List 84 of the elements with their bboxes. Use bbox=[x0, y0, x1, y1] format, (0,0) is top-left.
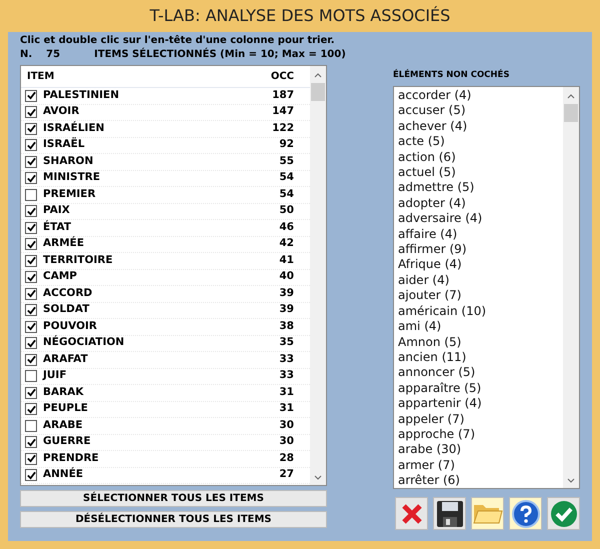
occ-cell-text: 50 bbox=[278, 203, 295, 218]
occ-cell-text: 27 bbox=[278, 467, 295, 482]
occ-cell-text: 46 bbox=[278, 220, 295, 235]
item-cell-text: PREMIER bbox=[43, 186, 97, 202]
list-item[interactable]: adversaire (4) bbox=[398, 211, 563, 227]
item-cell-text: ISRAËL bbox=[43, 137, 86, 152]
occ-cell-text: 54 bbox=[278, 170, 295, 186]
item-cell-text: ISRAÉLIEN bbox=[43, 120, 106, 136]
list-item[interactable]: affaire (4) bbox=[398, 226, 563, 242]
item-cell-text: NÉGOCIATION bbox=[43, 335, 126, 350]
list-item[interactable]: Amnon (5) bbox=[398, 334, 563, 350]
list-item[interactable]: approche (7) bbox=[398, 426, 563, 442]
item-cell-text: ANNÉE bbox=[43, 467, 84, 482]
occ-cell-text: 30 bbox=[278, 418, 295, 433]
list-item[interactable]: affirmer (9) bbox=[398, 242, 563, 258]
item-cell-text: PEUPLE bbox=[43, 401, 89, 416]
list-item[interactable]: adopter (4) bbox=[398, 196, 563, 212]
occ-cell-text: 147 bbox=[271, 104, 295, 120]
item-cell-text: AVOIR bbox=[43, 104, 80, 120]
item-cell-text: JUIF bbox=[43, 368, 68, 384]
occ-cell-text: 38 bbox=[278, 318, 295, 334]
list-item[interactable]: ami (4) bbox=[398, 319, 563, 334]
count-label: N. bbox=[20, 48, 32, 62]
occ-cell-text: 187 bbox=[271, 88, 295, 103]
item-cell-text: PAIX bbox=[43, 203, 71, 218]
occ-cell-text: 31 bbox=[278, 384, 295, 400]
list-item[interactable]: arrêter (6) bbox=[398, 473, 563, 489]
list-item[interactable]: aider (4) bbox=[398, 272, 563, 288]
item-cell-text: ARMÉE bbox=[43, 236, 86, 252]
occ-cell-text: 28 bbox=[278, 450, 295, 466]
window-title: T-LAB: ANALYSE DES MOTS ASSOCIÉS bbox=[148, 5, 452, 27]
list-item[interactable]: américain (10) bbox=[398, 304, 563, 320]
occ-cell-text: 41 bbox=[278, 252, 295, 268]
list-item[interactable]: acte (5) bbox=[398, 134, 563, 150]
list-item[interactable]: achever (4) bbox=[398, 118, 563, 134]
item-cell-text: ACCORD bbox=[43, 286, 94, 301]
select-all-button[interactable]: SÉLECTIONNER TOUS LES ITEMS bbox=[20, 490, 327, 507]
item-cell-text: PALESTINIEN bbox=[43, 88, 120, 103]
list-item[interactable]: accorder (4) bbox=[398, 88, 563, 104]
unchecked-title: ÉLÉMENTS NON COCHÉS bbox=[393, 69, 510, 81]
occ-cell-text: 40 bbox=[278, 269, 295, 284]
count-value: 75 bbox=[46, 48, 62, 62]
item-cell-text: PRENDRE bbox=[43, 450, 100, 466]
hint-text: Clic et double clic sur l'en-tête d'une colonne pour trier. bbox=[20, 34, 336, 48]
list-item[interactable]: Afrique (4) bbox=[398, 257, 563, 273]
item-cell-text: GUERRE bbox=[43, 434, 92, 450]
item-cell-text: ARAFAT bbox=[43, 352, 89, 367]
list-item[interactable]: appeler (7) bbox=[398, 412, 563, 427]
item-cell-text: POUVOIR bbox=[43, 318, 98, 334]
list-item[interactable]: annoncer (5) bbox=[398, 365, 563, 381]
item-cell-text: ARABE bbox=[43, 418, 84, 433]
deselect-all-button[interactable]: DÉSÉLECTIONNER TOUS LES ITEMS bbox=[20, 511, 327, 528]
list-item[interactable]: admettre (5) bbox=[398, 180, 563, 196]
selection-caption: ITEMS SÉLECTIONNÉS (Min = 10; Max = 100) bbox=[94, 48, 346, 62]
list-item[interactable]: actuel (5) bbox=[398, 165, 563, 180]
list-item[interactable]: action (6) bbox=[398, 150, 563, 166]
list-item[interactable]: arabe (30) bbox=[398, 442, 563, 458]
occ-cell-text: 122 bbox=[271, 120, 295, 136]
list-item[interactable]: ancien (11) bbox=[398, 350, 563, 366]
item-cell-text: CAMP bbox=[43, 269, 78, 284]
occ-cell-text: 31 bbox=[278, 401, 295, 416]
occ-cell-text: 35 bbox=[278, 335, 295, 350]
occ-cell-text: 30 bbox=[278, 434, 295, 450]
item-cell-text: BARAK bbox=[43, 384, 85, 400]
item-cell-text: SHARON bbox=[43, 154, 94, 169]
column-header[interactable]: ITEM bbox=[21, 69, 244, 84]
occ-cell-text: 33 bbox=[278, 352, 295, 367]
occ-cell-text: 54 bbox=[278, 186, 295, 202]
list-item[interactable]: accuser (5) bbox=[398, 103, 563, 119]
list-item[interactable]: ajouter (7) bbox=[398, 288, 563, 304]
item-cell-text: MINISTRE bbox=[43, 170, 102, 186]
occ-cell-text: 33 bbox=[278, 368, 295, 384]
list-item[interactable]: appartenir (4) bbox=[398, 396, 563, 412]
list-item[interactable]: armer (7) bbox=[398, 458, 563, 474]
occ-cell-text: 55 bbox=[278, 154, 295, 169]
occ-cell-text: 92 bbox=[278, 137, 295, 152]
occ-cell-text: 39 bbox=[278, 302, 295, 318]
occ-cell-text: 39 bbox=[278, 286, 295, 301]
column-header[interactable]: OCC bbox=[244, 69, 298, 84]
item-cell-text: SOLDAT bbox=[43, 302, 90, 318]
list-item[interactable]: apparaître (5) bbox=[398, 380, 563, 396]
item-cell-text: ÉTAT bbox=[43, 220, 72, 235]
occ-cell-text: 42 bbox=[278, 236, 295, 252]
item-cell-text: TERRITOIRE bbox=[43, 252, 114, 268]
